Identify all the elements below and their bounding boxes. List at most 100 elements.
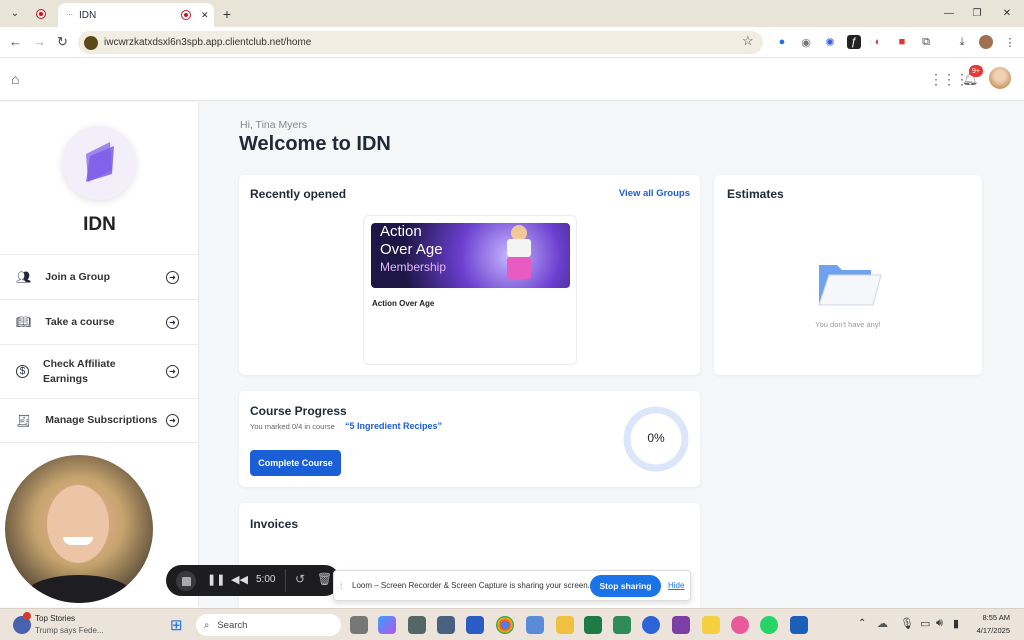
estimates-empty-text: You don't have any!	[815, 320, 881, 329]
course-banner: Action Over Age Membership	[371, 223, 570, 288]
course-tile[interactable]: Action Over Age Membership Action Over A…	[363, 215, 577, 365]
display-icon[interactable]: ▭	[920, 617, 930, 630]
site-favicon-icon: ⋯	[66, 12, 73, 19]
volume-icon[interactable]: 🔊︎	[936, 617, 943, 630]
extension-dark-icon[interactable]: ƒ	[847, 35, 861, 49]
banner-line-3: Membership	[380, 260, 447, 274]
home-icon[interactable]: ⌂	[11, 71, 19, 87]
sidebar-item-join-group[interactable]: 👥︎ Join a Group ➜	[0, 254, 199, 299]
book-icon: 📖︎	[16, 315, 32, 329]
site-info-icon[interactable]	[84, 35, 98, 50]
taskbar-search[interactable]: ⌕ Search	[196, 614, 341, 636]
close-window-icon[interactable]: ✕	[998, 5, 1016, 22]
course-link[interactable]: “5 Ingredient Recipes”	[345, 421, 442, 431]
chrome-icon[interactable]	[496, 616, 514, 634]
stop-recording-button[interactable]	[176, 571, 196, 591]
minimize-icon[interactable]: —	[940, 5, 958, 22]
extension-color-icon[interactable]: ◐	[871, 35, 885, 49]
trash-icon[interactable]: 🗑︎	[317, 572, 332, 586]
arrow-circle-icon: ➜	[166, 315, 179, 329]
recording-timer: 5:00	[256, 574, 276, 585]
gear-extension-icon[interactable]: ✺	[823, 35, 837, 49]
windows-start-icon[interactable]: ⊞	[170, 616, 183, 634]
sidebar-item-take-course[interactable]: 📖︎ Take a course ➜	[0, 299, 199, 344]
task-view-icon[interactable]	[350, 616, 368, 634]
brand-logo	[62, 126, 136, 200]
notification-badge: 9+	[969, 65, 983, 77]
stop-sharing-button[interactable]: Stop sharing	[590, 575, 661, 597]
user-avatar[interactable]	[989, 67, 1011, 89]
sticky-notes-icon[interactable]	[702, 616, 720, 634]
restore-icon[interactable]: ❐	[968, 5, 986, 22]
camera-icon[interactable]: ◉	[799, 35, 813, 49]
course-progress-title: Course Progress	[250, 404, 347, 418]
back-icon[interactable]: ←	[9, 34, 22, 49]
zoom-icon[interactable]	[642, 616, 660, 634]
course-progress-card: Course Progress You marked 0/4 in course…	[239, 391, 700, 487]
share-message: Loom – Screen Recorder & Screen Capture …	[352, 581, 590, 590]
estimates-title: Estimates	[727, 187, 784, 201]
battery-icon[interactable]: ▮	[953, 617, 959, 630]
copilot-icon[interactable]	[378, 616, 396, 634]
url-text: iwcwrzkatxdsxl6n3spb.app.clientclub.net/…	[104, 37, 312, 48]
browser-menu-icon[interactable]: ⋮	[1003, 35, 1017, 49]
forward-icon[interactable]: →	[33, 34, 46, 49]
rewind-icon[interactable]: ◀◀	[231, 573, 248, 586]
taskbar: Top Stories Trump says Fede... ⊞ ⌕ Searc…	[0, 608, 1024, 640]
empty-folder-icon	[818, 265, 882, 306]
users-icon: 👥︎	[16, 270, 32, 284]
news-title[interactable]: Top Stories	[35, 614, 75, 623]
hide-link[interactable]: Hide	[668, 581, 684, 590]
tray-chevron-icon[interactable]: ⌃	[858, 618, 866, 629]
download-icon[interactable]: ⤓	[955, 35, 969, 49]
recently-opened-title: Recently opened	[250, 187, 347, 201]
profile-avatar[interactable]	[979, 35, 993, 49]
drag-handle-icon[interactable]: ⁞	[340, 581, 343, 591]
file-explorer-icon[interactable]	[556, 616, 574, 634]
close-tab-icon[interactable]: ✕	[201, 10, 209, 21]
complete-course-button[interactable]: Complete Course	[250, 450, 341, 476]
new-tab-button[interactable]: +	[218, 5, 236, 22]
divider	[285, 569, 286, 592]
extensions-puzzle-icon[interactable]: ⧉	[919, 35, 933, 49]
calculator-icon[interactable]	[437, 616, 455, 634]
tab-active[interactable]: ⋯ IDN ✕	[58, 3, 214, 27]
invoices-title: Invoices	[250, 517, 299, 531]
recording-tab[interactable]	[32, 5, 50, 22]
tab-title: IDN	[79, 9, 97, 21]
pause-icon[interactable]: ❚❚	[207, 573, 225, 586]
extension-red-icon[interactable]: ■	[895, 35, 909, 49]
tab-list-chevron-icon[interactable]: ⌄	[6, 5, 24, 22]
excel-icon[interactable]	[584, 616, 602, 634]
extension-blue-icon[interactable]: ●	[775, 35, 789, 49]
onenote-icon[interactable]	[672, 616, 690, 634]
app-header: ⌂ ⋮⋮⋮ 🔔︎ 9+	[0, 58, 1024, 101]
sidebar-item-manage-subscriptions[interactable]: 🧾︎ Manage Subscriptions ➜	[0, 398, 199, 443]
app-blue-icon[interactable]	[790, 616, 808, 634]
recently-opened-card: Recently opened View all Groups Action O…	[239, 175, 700, 375]
view-all-groups-link[interactable]: View all Groups	[619, 188, 690, 199]
page-title: Welcome to IDN	[239, 133, 391, 155]
webcam-bubble[interactable]	[5, 455, 153, 603]
clock-date[interactable]: 4/17/2025	[966, 626, 1010, 635]
word-icon[interactable]	[466, 616, 484, 634]
banner-figure-image	[499, 225, 539, 287]
url-bar[interactable]: iwcwrzkatxdsxl6n3spb.app.clientclub.net/…	[78, 31, 763, 54]
whatsapp-icon[interactable]	[760, 616, 778, 634]
recorder-controls: ❚❚ ◀◀ 5:00 ↺ 🗑︎	[166, 565, 340, 596]
banner-line-1: Action	[380, 223, 422, 240]
sidebar-item-label: Take a course	[45, 315, 115, 328]
clock-time[interactable]: 8:55 AM	[972, 613, 1010, 622]
restart-icon[interactable]: ↺	[295, 572, 305, 586]
app-green-icon[interactable]	[613, 616, 631, 634]
onedrive-icon[interactable]: ☁	[877, 617, 888, 630]
app-pink-icon[interactable]	[731, 616, 749, 634]
snipping-tool-icon[interactable]	[526, 616, 544, 634]
sidebar-item-affiliate-earnings[interactable]: $ Check Affiliate Earnings ➜	[0, 344, 199, 398]
banner-line-2: Over Age	[380, 241, 443, 258]
microphone-icon[interactable]: 🎙︎	[900, 617, 914, 630]
camera-app-icon[interactable]	[408, 616, 426, 634]
reload-icon[interactable]: ↻	[57, 34, 68, 50]
bookmark-star-icon[interactable]: ☆	[742, 33, 754, 49]
news-subtitle[interactable]: Trump says Fede...	[35, 626, 104, 635]
